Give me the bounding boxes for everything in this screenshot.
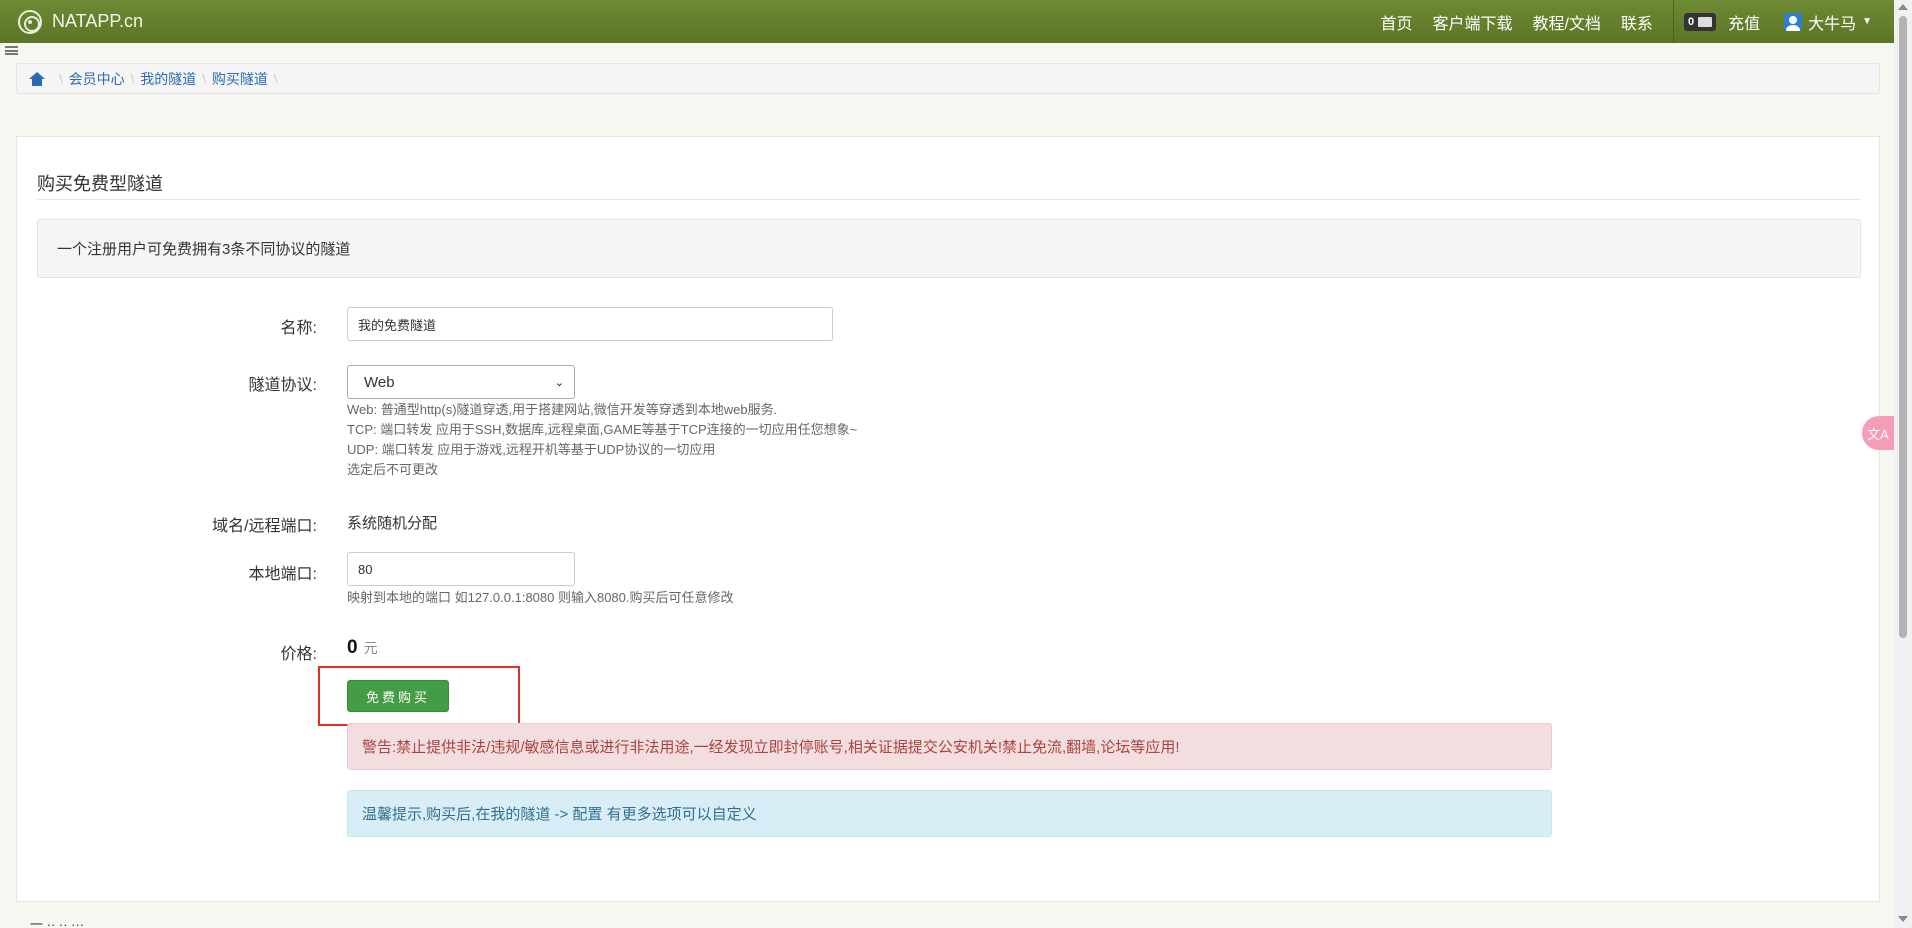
page-title: 购买免费型隧道 xyxy=(37,174,163,194)
protocol-select[interactable]: Web ⌄ xyxy=(347,365,575,399)
translate-widget[interactable]: 文A xyxy=(1862,416,1894,450)
breadcrumb-my-tunnels[interactable]: 我的隧道 xyxy=(140,69,196,89)
card-icon xyxy=(1698,16,1713,27)
scroll-down-icon[interactable] xyxy=(1898,916,1908,922)
protocol-help-udp: UDP: 端口转发 应用于游戏,远程开机等基于UDP协议的一切应用 xyxy=(347,442,716,457)
protocol-help-note: 选定后不可更改 xyxy=(347,462,439,477)
warning-text: 警告:禁止提供非法/违规/敏感信息或进行非法用途,一经发现立即封停账号,相关证据… xyxy=(362,739,1180,756)
footer-stub: 一 ·· ·· ··· xyxy=(30,917,85,928)
notice-box: 一个注册用户可免费拥有3条不同协议的隧道 xyxy=(37,219,1861,278)
breadcrumb: \ 会员中心 \ 我的隧道 \ 购买隧道 \ xyxy=(16,63,1880,94)
local-port-help: 映射到本地的端口 如127.0.0.1:8080 则输入8080.购买后可任意修… xyxy=(347,590,734,605)
recharge-label: 充值 xyxy=(1728,15,1761,33)
main-panel: 购买免费型隧道 一个注册用户可免费拥有3条不同协议的隧道 名称: 隧道协议: W… xyxy=(16,136,1880,902)
breadcrumb-separator: \ xyxy=(202,71,206,86)
user-icon xyxy=(1784,12,1803,31)
price-label: 价格: xyxy=(280,646,317,663)
sidebar-toggle-icon[interactable] xyxy=(5,46,18,55)
breadcrumb-buy-tunnel[interactable]: 购买隧道 xyxy=(212,69,268,89)
local-port-input[interactable] xyxy=(347,552,575,586)
price: 0 元 xyxy=(347,637,378,659)
nav-home[interactable]: 首页 xyxy=(1380,10,1412,34)
scrollbar-thumb[interactable] xyxy=(1899,16,1907,638)
balance-badge: 0 xyxy=(1683,12,1717,31)
protocol-selected: Web xyxy=(364,373,395,391)
tip-alert: 温馨提示,购买后,在我的隧道 -> 配置 有更多选项可以自定义 xyxy=(347,790,1552,837)
price-unit: 元 xyxy=(363,640,378,656)
recharge-button[interactable]: 0 充值 xyxy=(1683,10,1761,34)
protocol-help: Web: 普通型http(s)隧道穿透,用于搭建网站,微信开发等穿透到本地web… xyxy=(347,400,1147,480)
tip-text: 温馨提示,购买后,在我的隧道 -> 配置 有更多选项可以自定义 xyxy=(362,806,757,823)
protocol-help-tcp: TCP: 端口转发 应用于SSH,数据库,远程桌面,GAME等基于TCP连接的一… xyxy=(347,422,858,437)
free-buy-button[interactable]: 免费购买 xyxy=(347,680,449,712)
breadcrumb-separator: \ xyxy=(130,71,135,86)
warning-alert: 警告:禁止提供非法/违规/敏感信息或进行非法用途,一经发现立即封停账号,相关证据… xyxy=(347,723,1552,770)
domain-label: 域名/远程端口: xyxy=(212,518,317,535)
name-label: 名称: xyxy=(280,320,317,337)
local-port-label: 本地端口: xyxy=(248,566,317,583)
balance-value: 0 xyxy=(1687,15,1695,28)
chevron-down-icon: ⌄ xyxy=(554,376,564,389)
domain-value: 系统随机分配 xyxy=(347,515,438,532)
nav-right: 首页 客户端下载 教程/文档 联系 0 充值 大牛马 ▼ xyxy=(1380,0,1894,43)
nav-divider xyxy=(1672,0,1674,43)
breadcrumb-member-center[interactable]: 会员中心 xyxy=(69,69,125,89)
breadcrumb-separator: \ xyxy=(59,71,63,86)
name-input[interactable] xyxy=(347,307,833,341)
scroll-up-icon[interactable] xyxy=(1898,4,1908,10)
brand[interactable]: NATAPP.cn xyxy=(18,9,144,34)
breadcrumb-separator: \ xyxy=(273,71,278,86)
top-navbar: NATAPP.cn 首页 客户端下载 教程/文档 联系 0 充值 大牛马 ▼ xyxy=(0,0,1894,43)
price-value: 0 xyxy=(347,637,358,658)
brand-name: NATAPP.cn xyxy=(52,11,144,31)
home-icon[interactable] xyxy=(29,71,45,86)
notice-text: 一个注册用户可免费拥有3条不同协议的隧道 xyxy=(57,241,351,258)
nav-client-download[interactable]: 客户端下载 xyxy=(1432,10,1512,34)
title-divider xyxy=(37,199,1861,200)
logo-icon xyxy=(18,9,42,34)
nav-docs[interactable]: 教程/文档 xyxy=(1532,10,1600,34)
caret-down-icon: ▼ xyxy=(1862,16,1872,27)
username: 大牛马 xyxy=(1808,15,1857,33)
protocol-help-web: Web: 普通型http(s)隧道穿透,用于搭建网站,微信开发等穿透到本地web… xyxy=(347,402,778,417)
user-menu[interactable]: 大牛马 ▼ xyxy=(1784,10,1872,34)
nav-contact[interactable]: 联系 xyxy=(1621,10,1653,34)
protocol-label: 隧道协议: xyxy=(248,377,317,394)
